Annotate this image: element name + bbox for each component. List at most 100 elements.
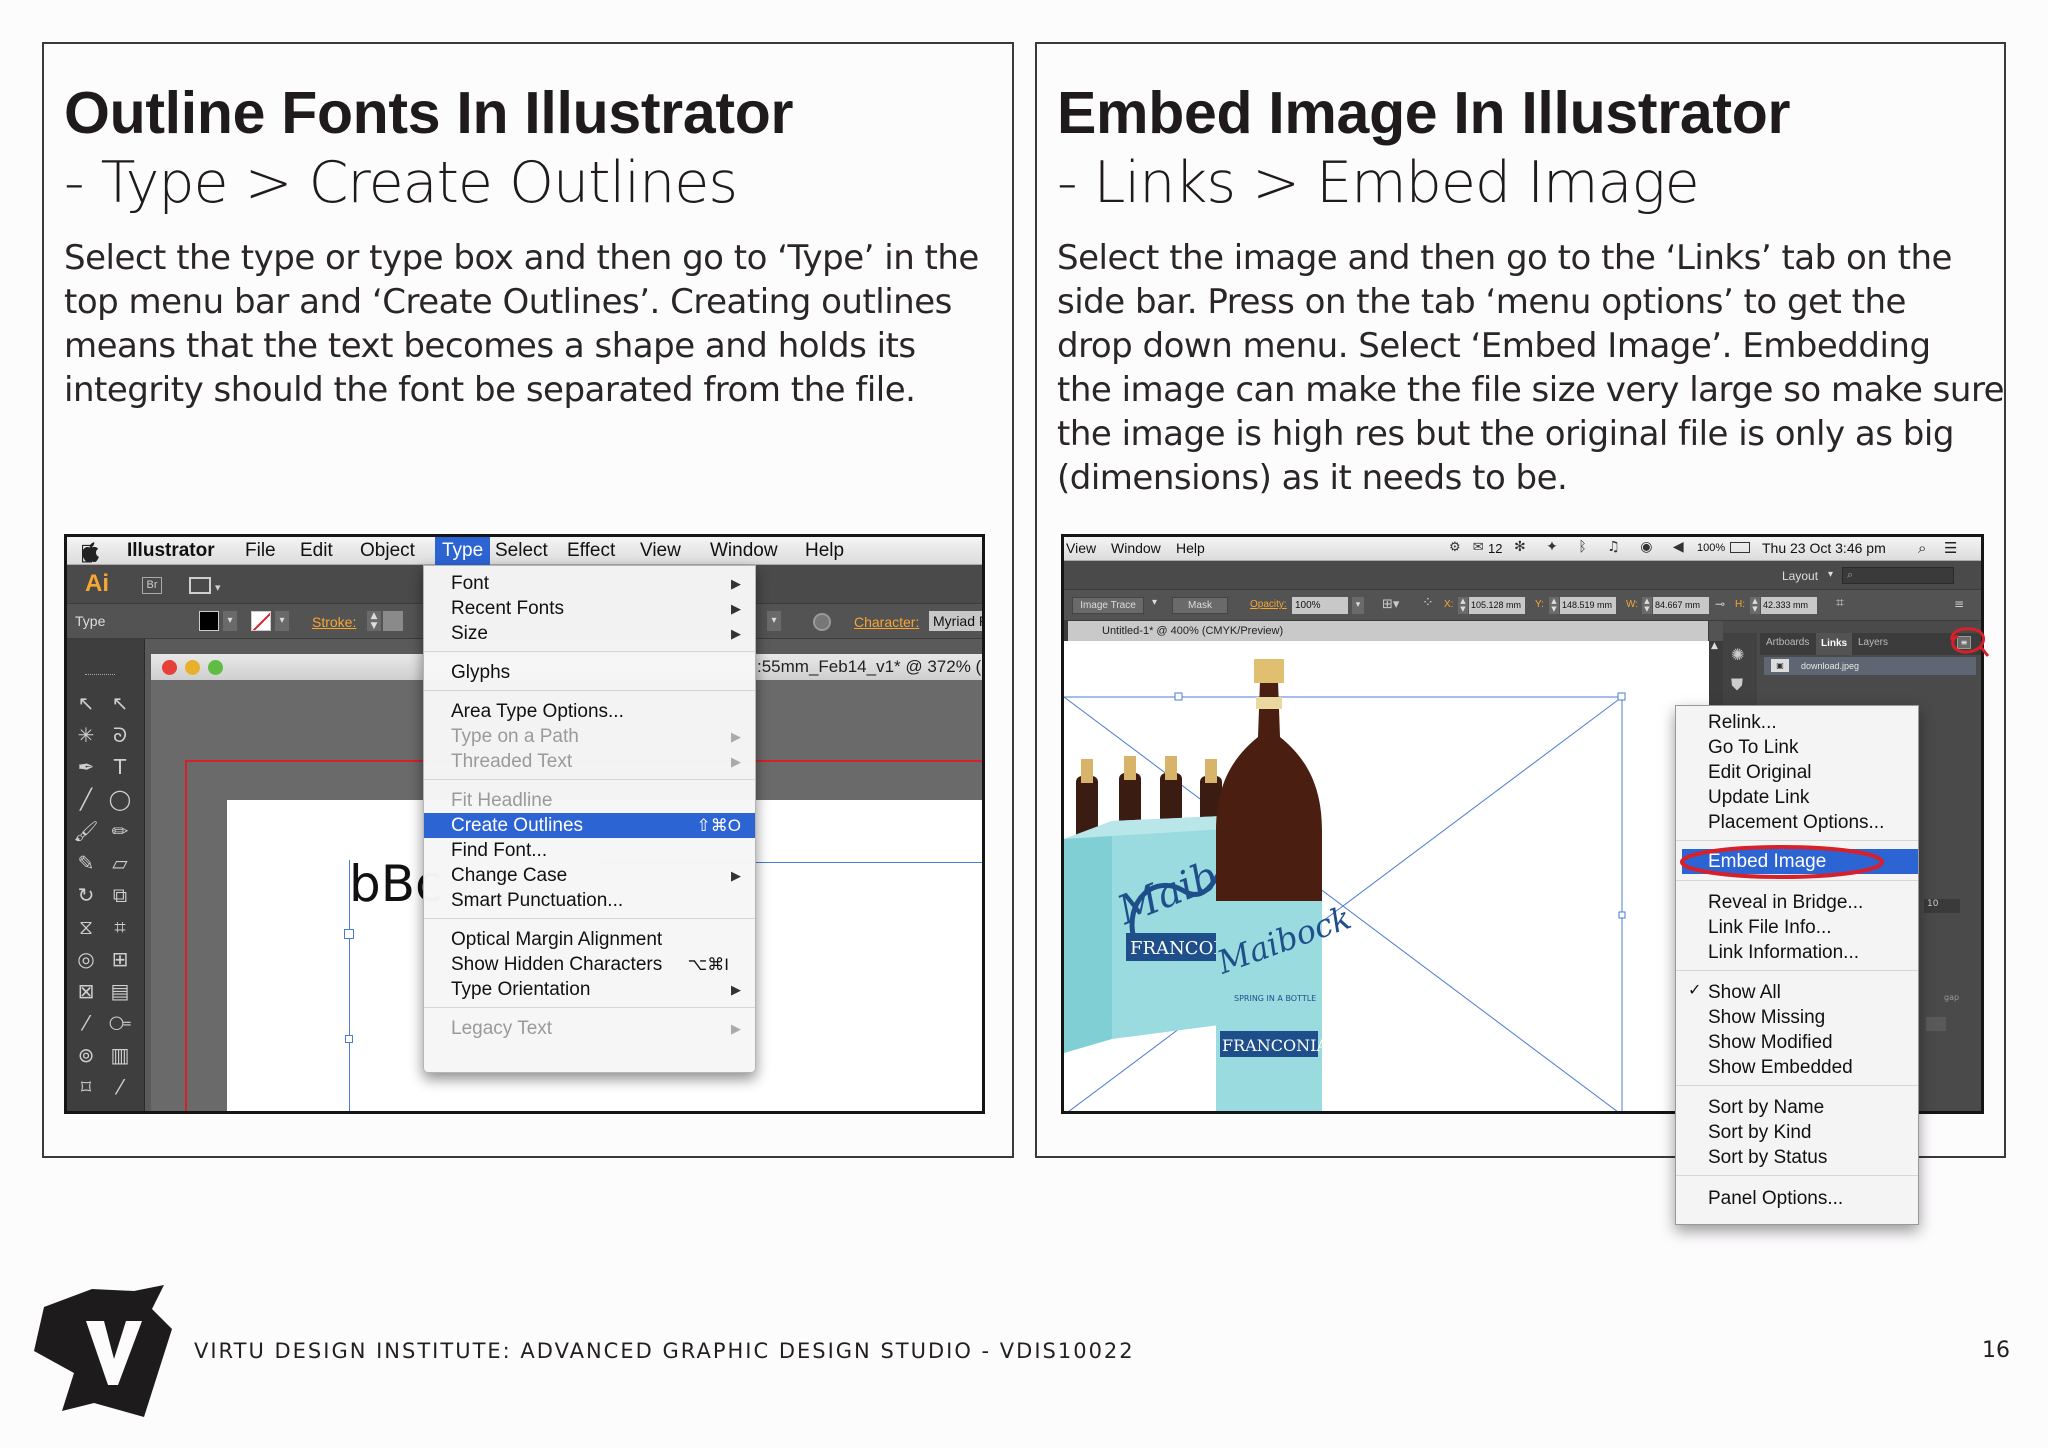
menu-item-show-missing[interactable]: Show Missing <box>1676 1005 1918 1030</box>
paintbrush-icon[interactable]: 🖌 <box>73 818 99 844</box>
menu-item-update-link[interactable]: Update Link <box>1676 785 1918 810</box>
link-proportions-icon[interactable]: ⊸ <box>1715 597 1725 611</box>
panel-icon[interactable]: ⛊ <box>1731 675 1743 695</box>
blob-brush-icon[interactable]: ✎ <box>73 850 99 876</box>
gradient-tool-icon[interactable]: ▤ <box>107 978 133 1004</box>
side-panel-field[interactable] <box>1926 1017 1946 1031</box>
character-label[interactable]: Character: <box>854 614 919 630</box>
opacity-label[interactable]: Opacity: <box>1250 599 1287 610</box>
menu-item-optical-margin[interactable]: Optical Margin Alignment <box>424 927 755 952</box>
direct-selection-tool-icon[interactable]: ↖ <box>107 690 133 716</box>
shape-builder-icon[interactable]: ◎ <box>73 946 99 972</box>
panel-icon[interactable]: ✺ <box>1731 645 1744 664</box>
eraser-icon[interactable]: ▱ <box>107 850 133 876</box>
menu-item-create-outlines[interactable]: Create Outlines ⇧⌘O <box>424 813 755 838</box>
line-tool-icon[interactable]: ╱ <box>73 786 99 812</box>
menu-item-smart-punctuation[interactable]: Smart Punctuation... <box>424 888 755 913</box>
anchor-handle[interactable] <box>344 929 354 939</box>
control-menu-icon[interactable]: ≡ <box>1954 597 1964 611</box>
menu-window[interactable]: Window <box>710 540 778 562</box>
menu-edit[interactable]: Edit <box>300 540 333 562</box>
pen-tool-icon[interactable]: ✒ <box>73 754 99 780</box>
stroke-swatch[interactable] <box>251 611 271 631</box>
free-transform-icon[interactable]: ⌗ <box>107 914 133 940</box>
menu-file[interactable]: File <box>245 540 276 562</box>
menu-item-font[interactable]: Font ▶ <box>424 571 755 596</box>
scale-tool-icon[interactable]: ⧉ <box>107 882 133 908</box>
y-stepper[interactable]: ▲ ▼ <box>1549 597 1559 614</box>
menu-type[interactable]: Type <box>435 537 491 565</box>
y-field[interactable]: 148.519 mm <box>1560 597 1616 614</box>
menu-item-sort-by-status[interactable]: Sort by Status <box>1676 1145 1918 1170</box>
opacity-field[interactable]: 100% <box>1292 597 1348 614</box>
mesh-tool-icon[interactable]: ⊠ <box>73 978 99 1004</box>
menu-item-change-case[interactable]: Change Case ▶ <box>424 863 755 888</box>
fill-swatch[interactable] <box>199 611 219 631</box>
tab-links[interactable]: Links <box>1816 633 1853 655</box>
spotlight-icon[interactable]: ⌕ <box>1918 539 1926 557</box>
tab-layers[interactable]: Layers <box>1858 637 1888 648</box>
menu-item-placement-options[interactable]: Placement Options... <box>1676 810 1918 835</box>
lasso-icon[interactable]: ᘐ <box>107 722 133 748</box>
notification-icon[interactable]: ☰ <box>1944 539 1957 557</box>
menu-item-go-to-link[interactable]: Go To Link <box>1676 735 1918 760</box>
side-panel-field[interactable]: 10 <box>1924 899 1960 913</box>
transform-icon[interactable]: ⌗ <box>1836 595 1844 611</box>
rotate-tool-icon[interactable]: ↻ <box>73 882 99 908</box>
font-family-field[interactable]: Myriad P <box>929 611 982 631</box>
close-window-button[interactable] <box>162 660 177 675</box>
stroke-field[interactable] <box>383 611 403 631</box>
menu-window[interactable]: Window <box>1111 540 1161 556</box>
menu-item-panel-options[interactable]: Panel Options... <box>1676 1186 1918 1211</box>
slice-tool-icon[interactable]: ⁄ <box>107 1074 133 1100</box>
menu-item-relink[interactable]: Relink... <box>1676 710 1918 735</box>
link-filename[interactable]: download.jpeg <box>1801 661 1859 671</box>
menu-item-size[interactable]: Size ▶ <box>424 621 755 646</box>
align-icon[interactable]: ⊞▾ <box>1382 597 1399 612</box>
blend-tool-icon[interactable]: ⧃ <box>107 1010 133 1036</box>
tab-artboards[interactable]: Artboards <box>1766 637 1809 648</box>
menu-item-link-file-info[interactable]: Link File Info... <box>1676 915 1918 940</box>
w-field[interactable]: 84.667 mm <box>1653 597 1709 614</box>
anchor-handle[interactable] <box>345 1035 353 1043</box>
document-tab[interactable]: Untitled-1* @ 400% (CMYK/Preview) <box>1068 621 1708 641</box>
reference-point-icon[interactable]: ⁘ <box>1422 595 1434 611</box>
menu-item-reveal-in-bridge[interactable]: Reveal in Bridge... <box>1676 890 1918 915</box>
perspective-grid-icon[interactable]: ⊞ <box>107 946 133 972</box>
menu-item-sort-by-kind[interactable]: Sort by Kind <box>1676 1120 1918 1145</box>
stroke-stepper[interactable]: ▲ ▼ <box>367 611 381 631</box>
menu-effect[interactable]: Effect <box>567 540 615 562</box>
symbol-sprayer-icon[interactable]: ⊚ <box>73 1042 99 1068</box>
width-tool-icon[interactable]: ⧖ <box>73 914 99 940</box>
menu-view[interactable]: View <box>640 540 681 562</box>
menu-item-glyphs[interactable]: Glyphs <box>424 660 755 685</box>
menu-item-show-hidden-characters[interactable]: Show Hidden Characters ⌥⌘I <box>424 952 755 977</box>
menu-help[interactable]: Help <box>805 540 844 562</box>
menu-item-area-type-options[interactable]: Area Type Options... <box>424 699 755 724</box>
menu-object[interactable]: Object <box>360 540 415 562</box>
workspace-switcher[interactable]: Layout <box>1782 569 1818 583</box>
eyedropper-icon[interactable]: ⁄ <box>73 1010 99 1036</box>
pencil-icon[interactable]: ✏ <box>107 818 133 844</box>
menu-item-find-font[interactable]: Find Font... <box>424 838 755 863</box>
menu-item-show-modified[interactable]: Show Modified <box>1676 1030 1918 1055</box>
mask-button[interactable]: Mask <box>1172 597 1228 614</box>
arrange-icon[interactable] <box>189 577 211 594</box>
selection-tool-icon[interactable]: ↖ <box>73 690 99 716</box>
menu-item-edit-original[interactable]: Edit Original <box>1676 760 1918 785</box>
x-stepper[interactable]: ▲ ▼ <box>1458 597 1468 614</box>
stroke-label[interactable]: Stroke: <box>312 614 356 630</box>
w-stepper[interactable]: ▲ ▼ <box>1642 597 1652 614</box>
menu-item-show-embedded[interactable]: Show Embedded <box>1676 1055 1918 1080</box>
artboard-tool-icon[interactable]: ⌑ <box>73 1074 99 1100</box>
h-field[interactable]: 42.333 mm <box>1761 597 1817 614</box>
ellipse-tool-icon[interactable]: ◯ <box>107 786 133 812</box>
zoom-window-button[interactable] <box>208 660 223 675</box>
menu-item-link-information[interactable]: Link Information... <box>1676 940 1918 965</box>
bridge-button[interactable]: Br <box>142 577 162 594</box>
search-help-field[interactable]: ⌕ <box>1842 567 1954 584</box>
minimize-window-button[interactable] <box>185 660 200 675</box>
menu-view[interactable]: View <box>1066 540 1096 556</box>
image-trace-button[interactable]: Image Trace <box>1072 597 1144 614</box>
scroll-up-arrow[interactable]: ▲ <box>1711 641 1718 651</box>
